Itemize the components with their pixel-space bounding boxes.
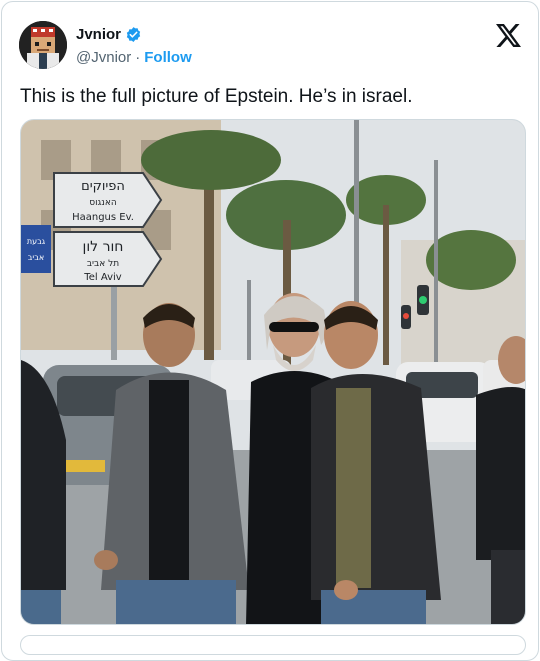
tweet-photo[interactable]: הפיוקים האנגוס Haangus Ev. חור לון תל אב…	[20, 119, 526, 625]
author-handle[interactable]: @Jvnior	[76, 49, 131, 66]
x-logo-icon[interactable]	[496, 24, 521, 47]
sign-top-line3: Haangus Ev.	[72, 212, 134, 223]
quoted-card-edge	[20, 635, 526, 655]
tweet-card: Jvnior @Jvnior · Follow This is the full…	[1, 1, 539, 661]
author-display-name[interactable]: Jvnior	[76, 26, 121, 43]
photo-scene: הפיוקים האנגוס Haangus Ev. חור לון תל אב…	[21, 120, 525, 624]
sign-top-line2: האנגוס	[89, 198, 117, 208]
sign-bottom-line2: תל אביב	[87, 259, 119, 269]
avatar-image	[19, 21, 67, 69]
separator-dot: ·	[135, 49, 141, 66]
sign-top-line1: הפיוקים	[81, 179, 125, 194]
follow-button[interactable]: Follow	[144, 49, 192, 66]
tweet-text: This is the full picture of Epstein. He’…	[20, 86, 413, 107]
sign-left-line2: אביב	[28, 253, 44, 262]
sign-bottom-line1: חור לון	[83, 239, 124, 255]
author-name-row: Jvnior	[76, 26, 142, 43]
sign-left-line1: גבעת	[27, 237, 46, 246]
author-handle-row: @Jvnior · Follow	[76, 49, 192, 66]
sign-bottom-line3: Tel Aviv	[83, 272, 121, 283]
avatar[interactable]	[19, 21, 67, 69]
verified-badge-icon	[125, 26, 142, 43]
